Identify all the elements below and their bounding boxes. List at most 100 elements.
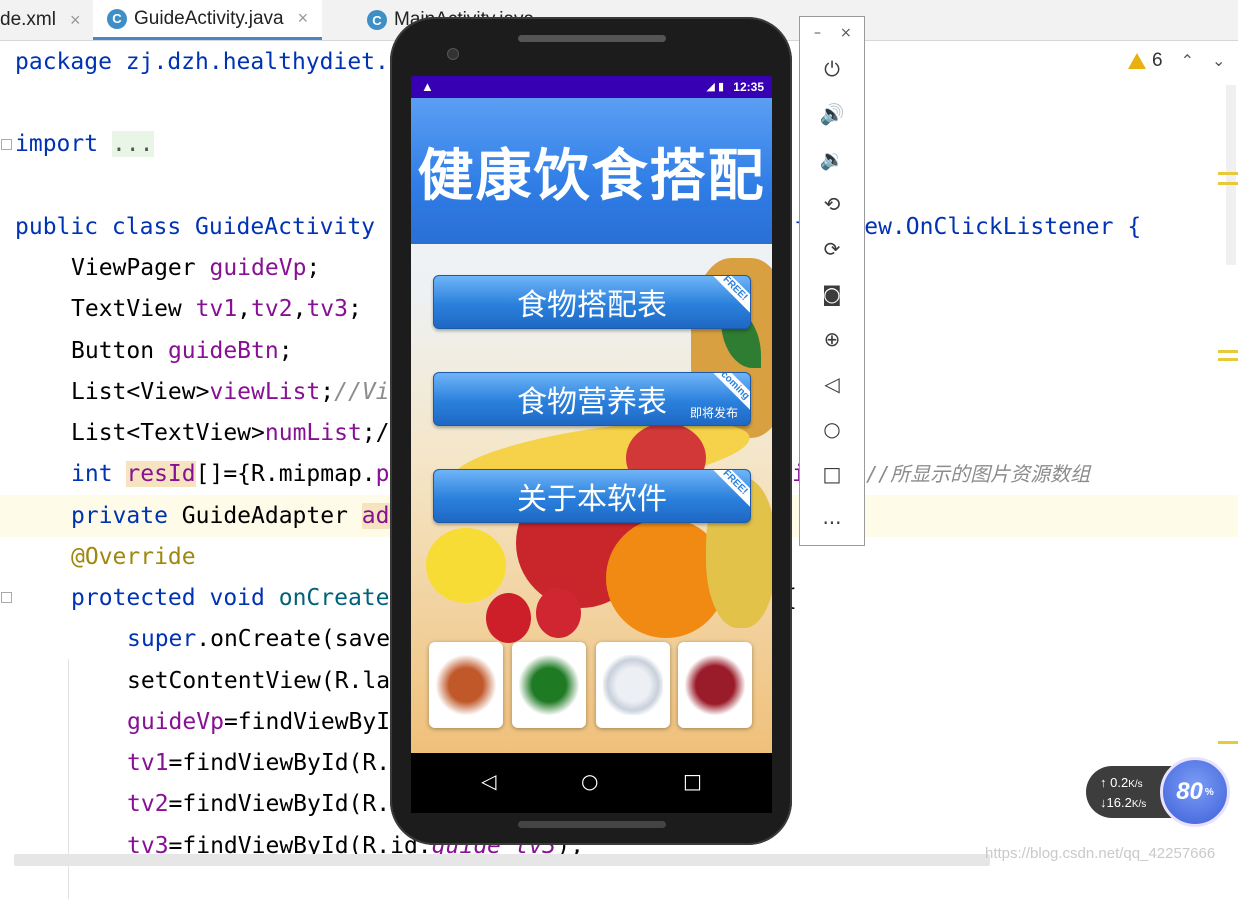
alert-icon: ▲ [421,79,434,94]
scroll-marker[interactable] [1218,358,1238,361]
chevron-up-icon[interactable]: ⌃ [1181,51,1194,71]
unit-label: K/s [1131,799,1147,810]
code-line: TextView tv1,tv2,tv3; [71,294,362,324]
punct: ; [306,255,321,281]
fold-icon[interactable] [1,592,12,603]
expression: .onCreate(save [196,626,391,652]
rotate-left-icon[interactable]: ⟲ [800,192,864,216]
back-icon[interactable]: ◁ [800,372,864,396]
volume-down-icon[interactable]: 🔉 [800,147,864,171]
code-line: List<TextView>numList;/ [71,418,390,448]
rotate-right-icon[interactable]: ⟳ [800,237,864,261]
punct: ; [320,379,335,405]
code-line: package zj.dzh.healthydiet. [15,47,389,77]
code-line: protected void onCreate [71,583,390,613]
camera-icon[interactable]: ◙ [800,282,864,306]
vertical-scrollbar[interactable] [1226,85,1236,265]
scroll-marker[interactable] [1218,741,1238,744]
punct: , [237,296,252,322]
strawberry-image [486,593,531,643]
code-line: setContentView(R.la [127,666,390,696]
close-icon[interactable]: × [840,25,852,41]
punct: ; [347,296,362,322]
food-nutrition-button[interactable]: 食物营养表 coming 即将发布 [433,372,751,426]
class-icon: C [107,8,127,29]
expression: =findViewByI [223,709,391,735]
phone-screen[interactable]: ▲ ◢ ▮ 12:35 健康饮食搭配 食物搭配表 FREE! 食物营养表 com… [411,76,772,813]
status-time: 12:35 [733,80,764,94]
tab-label: de.xml [0,9,56,30]
field-name: tv1 [127,750,169,776]
expression: setContentView(R.la [127,668,391,694]
type-name: List<TextView> [71,420,265,446]
code-line: List<View>viewList;//Vi [71,377,390,407]
fold-icon[interactable] [1,139,12,150]
beef-image [685,655,745,715]
spinach-thumbnail[interactable] [512,642,586,728]
crab-thumbnail[interactable] [429,642,503,728]
about-app-button[interactable]: 关于本软件 FREE! [433,469,751,523]
memory-percent: 80 [1176,778,1203,805]
close-icon[interactable]: × [298,8,309,29]
back-icon[interactable]: ◁ [481,769,496,793]
code-line: int resId[]={R.mipmap.p [71,459,390,489]
inspection-widget[interactable]: 6 ⌃ ⌄ [1128,50,1225,72]
class-declaration: public class GuideActivity [15,214,376,240]
field-name: guideVp [209,255,307,281]
front-camera [447,48,459,60]
code-line: super.onCreate(save [127,624,390,654]
field-name: tv3 [306,296,348,322]
code-line: ViewPager guideVp; [71,253,320,283]
package-statement: package zj.dzh.healthydiet. [15,49,389,75]
power-icon[interactable]: ⏻ [800,57,864,81]
recents-icon[interactable]: □ [683,769,702,793]
download-speed: ↓16.2K/s [1100,795,1147,810]
zoom-icon[interactable]: ⊕ [800,327,864,351]
field-name: numList [264,420,362,446]
comment: //所显示的图片资源数组 [866,462,1091,486]
comment: //Vi [334,379,390,405]
tab-layout-xml[interactable]: de.xml × [0,0,94,40]
eggs-image [603,655,663,715]
home-icon[interactable]: ○ [800,417,864,441]
scroll-marker[interactable] [1218,350,1238,353]
folded-imports[interactable]: ... [111,131,154,157]
field-name: resId [126,461,196,487]
expression: =findViewById(R. [168,791,391,817]
keyword: int [71,461,127,487]
overview-icon[interactable]: □ [800,462,864,486]
volume-up-icon[interactable]: 🔊 [800,102,864,126]
eggs-thumbnail[interactable] [596,642,670,728]
code-line: tv2=findViewById(R. [127,789,390,819]
button-label: 关于本软件 [517,482,667,517]
scroll-marker[interactable] [1218,172,1238,175]
close-icon[interactable]: × [70,10,81,31]
minimize-icon[interactable]: – [814,25,821,41]
home-icon[interactable]: ○ [581,769,598,793]
more-options-icon[interactable]: ... [800,505,864,529]
strawberry-image [536,588,581,638]
button-label: 食物搭配表 [517,288,667,323]
scroll-marker[interactable] [1218,182,1238,185]
emulator-phone-frame: ▲ ◢ ▮ 12:35 健康饮食搭配 食物搭配表 FREE! 食物营养表 com… [390,17,792,845]
code-line: Button guideBtn; [71,336,293,366]
upload-value: 0.2 [1110,775,1129,790]
food-pairing-button[interactable]: 食物搭配表 FREE! [433,275,751,329]
code-line: tv1=findViewById(R. [127,748,390,778]
warning-count: 6 [1152,50,1163,71]
crab-image [436,655,496,715]
spinach-image [519,655,579,715]
type-name: GuideAdapter [181,503,362,529]
expression: =findViewById(R. [168,750,391,776]
beef-thumbnail[interactable] [678,642,752,728]
chevron-down-icon[interactable]: ⌄ [1212,51,1225,71]
field-name: tv2 [127,791,169,817]
network-speed-widget[interactable]: ↑ 0.2K/s ↓16.2K/s 80% [1086,757,1236,829]
horizontal-scrollbar[interactable] [14,854,990,866]
tab-guide-activity[interactable]: C GuideActivity.java × [93,0,323,40]
method-name: onCreate [278,585,390,611]
memory-ball[interactable]: 80% [1160,757,1230,827]
punct: ; [278,338,293,364]
field-name: p [375,461,390,487]
keyword: protected void [71,585,279,611]
